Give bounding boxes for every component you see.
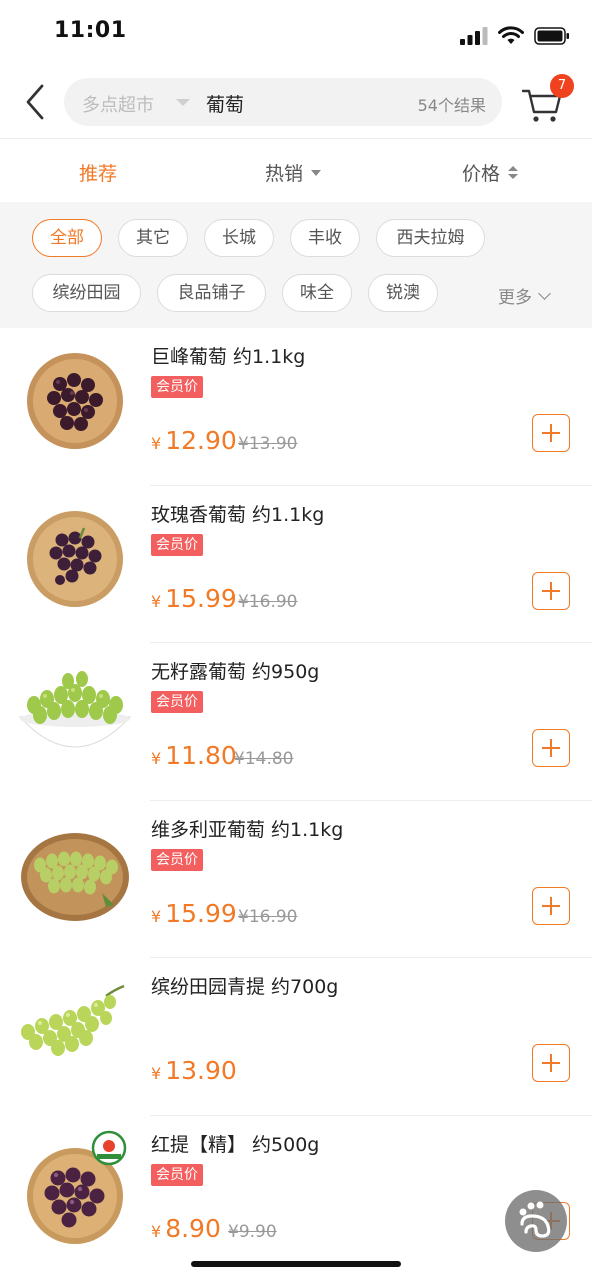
filter-chip[interactable]: 味全 <box>282 274 352 312</box>
original-price: ¥14.80 <box>234 749 294 769</box>
product-image <box>27 353 123 449</box>
caret-down-icon <box>311 169 322 176</box>
price-value: 8.90 <box>165 1213 221 1243</box>
price-value: 11.80 <box>165 741 237 770</box>
filter-chip[interactable]: 锐澳 <box>368 274 438 312</box>
customer-service-icon <box>519 1201 551 1238</box>
brand-filter-area: 全部 其它 长城 丰收 西夫拉姆 缤纷田园 良品铺子 味全 锐澳 更多 <box>0 202 592 328</box>
sort-bar: 推荐 热销 价格 <box>0 139 592 202</box>
member-price-tag: 会员价 <box>151 848 203 871</box>
member-price-tag: 会员价 <box>151 376 203 398</box>
currency-symbol: ¥ <box>151 749 162 768</box>
filter-chip[interactable]: 良品铺子 <box>157 274 266 312</box>
product-image <box>27 1130 127 1244</box>
product-name: 维多利亚葡萄 约1.1kg <box>151 818 344 841</box>
more-filters-label: 更多 <box>498 288 532 308</box>
tab-price-label: 价格 <box>462 163 501 185</box>
original-price: ¥16.90 <box>238 906 298 927</box>
currency-symbol: ¥ <box>151 1064 162 1083</box>
back-button[interactable] <box>20 82 54 122</box>
store-caret-icon <box>176 99 190 106</box>
filter-chip[interactable]: 其它 <box>118 219 188 257</box>
cart-badge: 7 <box>550 74 574 98</box>
member-price-tag: 会员价 <box>151 533 203 556</box>
product-list: 巨峰葡萄 约1.1kg 会员价 ¥ 12.90 ¥13.90 玫瑰香葡萄 约1.… <box>0 328 592 1273</box>
currency-symbol: ¥ <box>151 591 162 611</box>
product-name: 玫瑰香葡萄 约1.1kg <box>151 503 325 526</box>
price-value: 15.99 <box>165 898 237 928</box>
price-value: 15.99 <box>165 583 237 613</box>
back-arrow-icon <box>26 84 44 120</box>
product-item[interactable]: 维多利亚葡萄 约1.1kg 会员价 ¥ 15.99 ¥16.90 <box>0 801 592 958</box>
result-count: 54个结果 <box>417 96 486 115</box>
tab-hot-sales-label: 热销 <box>265 163 304 185</box>
product-price: ¥ 11.80 <box>151 741 237 770</box>
product-name: 缤纷田园青提 约700g <box>151 976 339 998</box>
product-price: ¥ 15.99 <box>151 899 237 928</box>
search-query[interactable]: 葡萄 <box>206 90 244 117</box>
add-to-cart-button[interactable] <box>532 1044 570 1082</box>
store-selector[interactable]: 多点超市 <box>82 91 154 117</box>
tab-recommend-label: 推荐 <box>79 163 118 185</box>
currency-symbol: ¥ <box>151 434 162 453</box>
add-to-cart-button[interactable] <box>532 886 570 925</box>
product-item[interactable]: 红提【精】 约500g 会员价 ¥ 8.90 ¥9.90 <box>0 1116 592 1274</box>
filter-chip-all[interactable]: 全部 <box>32 219 102 257</box>
product-name: 巨峰葡萄 约1.1kg <box>151 346 306 368</box>
tab-price[interactable]: 价格 <box>462 159 519 186</box>
product-image <box>21 832 129 921</box>
product-item[interactable]: 缤纷田园青提 约700g ¥ 13.90 <box>0 958 592 1116</box>
search-header: 多点超市 葡萄 54个结果 7 <box>0 66 592 138</box>
more-filters-button[interactable]: 更多 <box>498 283 551 308</box>
product-price: ¥ 13.90 <box>151 1056 237 1085</box>
add-to-cart-button[interactable] <box>532 571 570 610</box>
filter-chip[interactable]: 丰收 <box>290 219 360 257</box>
product-image <box>18 671 132 748</box>
sort-updown-icon <box>508 166 519 179</box>
filter-chip[interactable]: 长城 <box>204 219 274 257</box>
product-image <box>27 510 123 607</box>
status-time: 11:01 <box>54 18 127 43</box>
member-price-tag: 会员价 <box>151 691 203 713</box>
status-icons <box>460 24 570 48</box>
home-indicator <box>191 1261 401 1267</box>
chevron-down-icon <box>538 286 551 300</box>
currency-symbol: ¥ <box>151 906 162 926</box>
signal-icon <box>460 27 488 45</box>
product-item[interactable]: 巨峰葡萄 约1.1kg 会员价 ¥ 12.90 ¥13.90 <box>0 328 592 486</box>
product-price: ¥ 12.90 <box>151 426 237 455</box>
product-price: ¥ 8.90 <box>151 1214 221 1243</box>
original-price: ¥16.90 <box>238 591 298 612</box>
product-name: 无籽露葡萄 约950g <box>151 661 320 683</box>
product-price: ¥ 15.99 <box>151 584 237 613</box>
tab-recommend[interactable]: 推荐 <box>79 159 117 186</box>
product-item[interactable]: 无籽露葡萄 约950g 会员价 ¥ 11.80 ¥14.80 <box>0 643 592 801</box>
product-name: 红提【精】 约500g <box>151 1133 320 1156</box>
floating-service-button[interactable] <box>505 1190 567 1252</box>
product-item[interactable]: 玫瑰香葡萄 约1.1kg 会员价 ¥ 15.99 ¥16.90 <box>0 486 592 643</box>
product-image <box>21 984 125 1056</box>
price-value: 12.90 <box>165 426 237 455</box>
tab-hot-sales[interactable]: 热销 <box>265 159 322 186</box>
battery-icon <box>534 27 569 45</box>
currency-symbol: ¥ <box>151 1221 162 1241</box>
original-price: ¥9.90 <box>228 1221 277 1242</box>
filter-chip[interactable]: 缤纷田园 <box>32 274 141 312</box>
add-to-cart-button[interactable] <box>532 414 570 452</box>
original-price: ¥13.90 <box>238 434 298 454</box>
member-price-tag: 会员价 <box>151 1163 203 1186</box>
filter-chip[interactable]: 西夫拉姆 <box>376 219 485 257</box>
price-value: 13.90 <box>165 1056 237 1085</box>
wifi-icon <box>498 26 524 44</box>
add-to-cart-button[interactable] <box>532 729 570 767</box>
status-bar: 11:01 <box>0 0 592 64</box>
search-bar[interactable]: 多点超市 葡萄 54个结果 <box>64 78 502 126</box>
